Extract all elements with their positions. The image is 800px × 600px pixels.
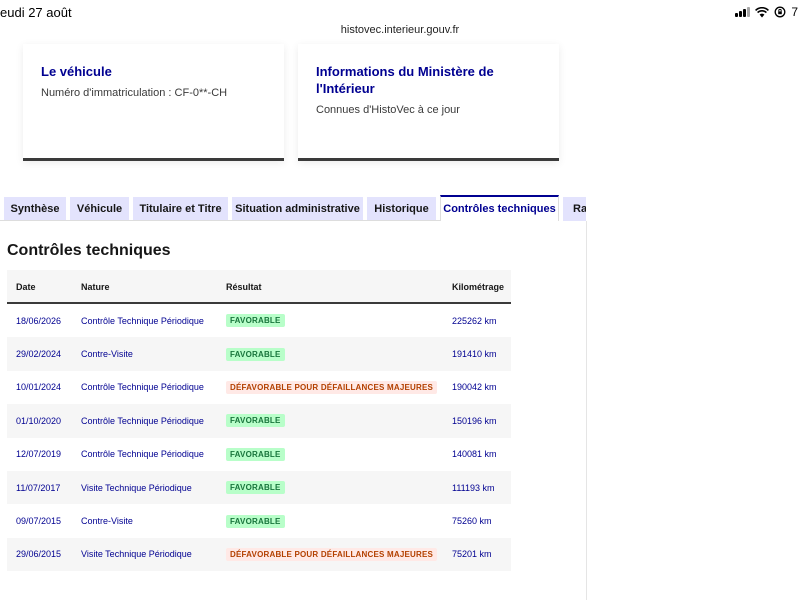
- tab-synthese[interactable]: Synthèse: [4, 197, 66, 221]
- table-header: Date Nature Résultat Kilométrage: [7, 270, 511, 304]
- inspection-nature: Contrôle Technique Périodique: [81, 449, 204, 460]
- status-date: eudi 27 août: [0, 5, 72, 20]
- inspection-result: FAVORABLE: [226, 304, 285, 337]
- tab-bar: Synthèse Véhicule Titulaire et Titre Sit…: [0, 195, 586, 221]
- inspection-date: 12/07/2019: [16, 449, 62, 460]
- inspection-result: DÉFAVORABLE POUR DÉFAILLANCES MAJEURES: [226, 538, 438, 571]
- vehicle-card-title: Le véhicule: [41, 64, 112, 79]
- tabs-divider: [0, 220, 440, 221]
- inspection-nature: Contrôle Technique Périodique: [81, 315, 204, 326]
- result-badge: FAVORABLE: [226, 447, 285, 461]
- battery-percentage: 7: [791, 5, 798, 19]
- tab-controles-techniques[interactable]: Contrôles techniques: [440, 195, 559, 221]
- wifi-icon: [755, 6, 770, 18]
- table-row: 10/01/2024 Contrôle Technique Périodique D…: [7, 371, 511, 404]
- inspection-mileage: 75201 km: [452, 549, 492, 560]
- table-row: 11/07/2017 Visite Technique Périodique FAV…: [7, 470, 511, 505]
- inspection-date: 01/10/2020: [16, 415, 62, 426]
- table-row: 18/06/2026 Contrôle Technique Périodique F…: [7, 304, 511, 337]
- inspection-result: FAVORABLE: [226, 471, 285, 504]
- cellular-signal-icon: [735, 7, 751, 17]
- vehicle-registration-text: Numéro d'immatriculation : CF-0**-CH: [41, 87, 228, 99]
- tab-situation-administrative[interactable]: Situation administrative: [232, 197, 363, 221]
- result-badge: FAVORABLE: [226, 481, 285, 495]
- result-badge: FAVORABLE: [226, 514, 285, 528]
- inspection-nature: Contre-Visite: [81, 349, 133, 360]
- inspection-date: 11/07/2017: [16, 482, 61, 493]
- table-row: 01/10/2020 Contrôle Technique Périodique F…: [7, 404, 511, 438]
- inspection-nature: Visite Technique Périodique: [81, 482, 192, 493]
- inspection-date: 29/06/2015: [16, 549, 62, 560]
- technical-inspections-table: Date Nature Résultat Kilométrage 18/06/2…: [7, 270, 511, 572]
- rotation-lock-icon: [774, 6, 786, 18]
- tab-historique[interactable]: Historique: [367, 197, 436, 221]
- ministry-card-subtitle: Connues d'HistoVec à ce jour: [316, 104, 460, 116]
- inspection-date: 09/07/2015: [16, 516, 62, 527]
- inspection-mileage: 150196 km: [452, 415, 497, 426]
- tab-vehicule[interactable]: Véhicule: [70, 197, 129, 221]
- result-badge: DÉFAVORABLE POUR DÉFAILLANCES MAJEURES: [226, 547, 438, 561]
- inspection-nature: Visite Technique Périodique: [81, 549, 192, 560]
- status-bar: eudi 27 août 7: [0, 0, 800, 22]
- tab-rapport[interactable]: Rap: [563, 197, 586, 221]
- table-row: 12/07/2019 Contrôle Technique Périodique F…: [7, 438, 511, 471]
- inspection-date: 18/06/2026: [16, 315, 62, 326]
- header-nature: Nature: [81, 282, 110, 292]
- panel-border: [586, 221, 587, 600]
- tab-titulaire-et-titre[interactable]: Titulaire et Titre: [133, 197, 228, 221]
- inspection-date: 29/02/2024: [16, 349, 62, 360]
- header-date: Date: [16, 282, 36, 292]
- inspection-nature: Contrôle Technique Périodique: [81, 382, 204, 393]
- page-title: Contrôles techniques: [7, 242, 171, 259]
- inspection-result: FAVORABLE: [226, 404, 285, 437]
- result-badge: DÉFAVORABLE POUR DÉFAILLANCES MAJEURES: [226, 380, 438, 394]
- inspection-mileage: 75260 km: [452, 516, 492, 527]
- inspection-mileage: 140081 km: [452, 449, 497, 460]
- vehicle-card: Le véhicule Numéro d'immatriculation : C…: [23, 44, 284, 161]
- inspection-result: FAVORABLE: [226, 438, 285, 471]
- inspection-mileage: 111193 km: [452, 482, 495, 493]
- inspection-date: 10/01/2024: [16, 382, 62, 393]
- inspection-nature: Contrôle Technique Périodique: [81, 415, 204, 426]
- result-badge: FAVORABLE: [226, 314, 285, 328]
- inspection-mileage: 190042 km: [452, 382, 497, 393]
- status-icons: 7: [735, 5, 798, 19]
- inspection-nature: Contre-Visite: [81, 516, 133, 527]
- result-badge: FAVORABLE: [226, 347, 285, 361]
- inspection-mileage: 191410 km: [452, 349, 497, 360]
- ministry-card-title: Informations du Ministère de l'Intérieur: [316, 64, 494, 96]
- ministry-info-card: Informations du Ministère de l'Intérieur…: [298, 44, 559, 161]
- inspection-result: DÉFAVORABLE POUR DÉFAILLANCES MAJEURES: [226, 371, 438, 404]
- table-body: 18/06/2026 Contrôle Technique Périodique F…: [7, 304, 511, 572]
- header-result: Résultat: [226, 282, 262, 292]
- address-bar[interactable]: histovec.interieur.gouv.fr: [0, 24, 800, 36]
- inspection-result: FAVORABLE: [226, 337, 285, 370]
- inspection-mileage: 225262 km: [452, 315, 497, 326]
- inspection-result: FAVORABLE: [226, 504, 285, 537]
- table-row: 09/07/2015 Contre-Visite FAVORABLE 75260 km: [7, 504, 511, 537]
- header-mileage: Kilométrage: [452, 282, 505, 292]
- table-row: 29/06/2015 Visite Technique Périodique DÉF…: [7, 537, 511, 572]
- result-badge: FAVORABLE: [226, 414, 285, 428]
- table-row: 29/02/2024 Contre-Visite FAVORABLE 191410 k…: [7, 337, 511, 371]
